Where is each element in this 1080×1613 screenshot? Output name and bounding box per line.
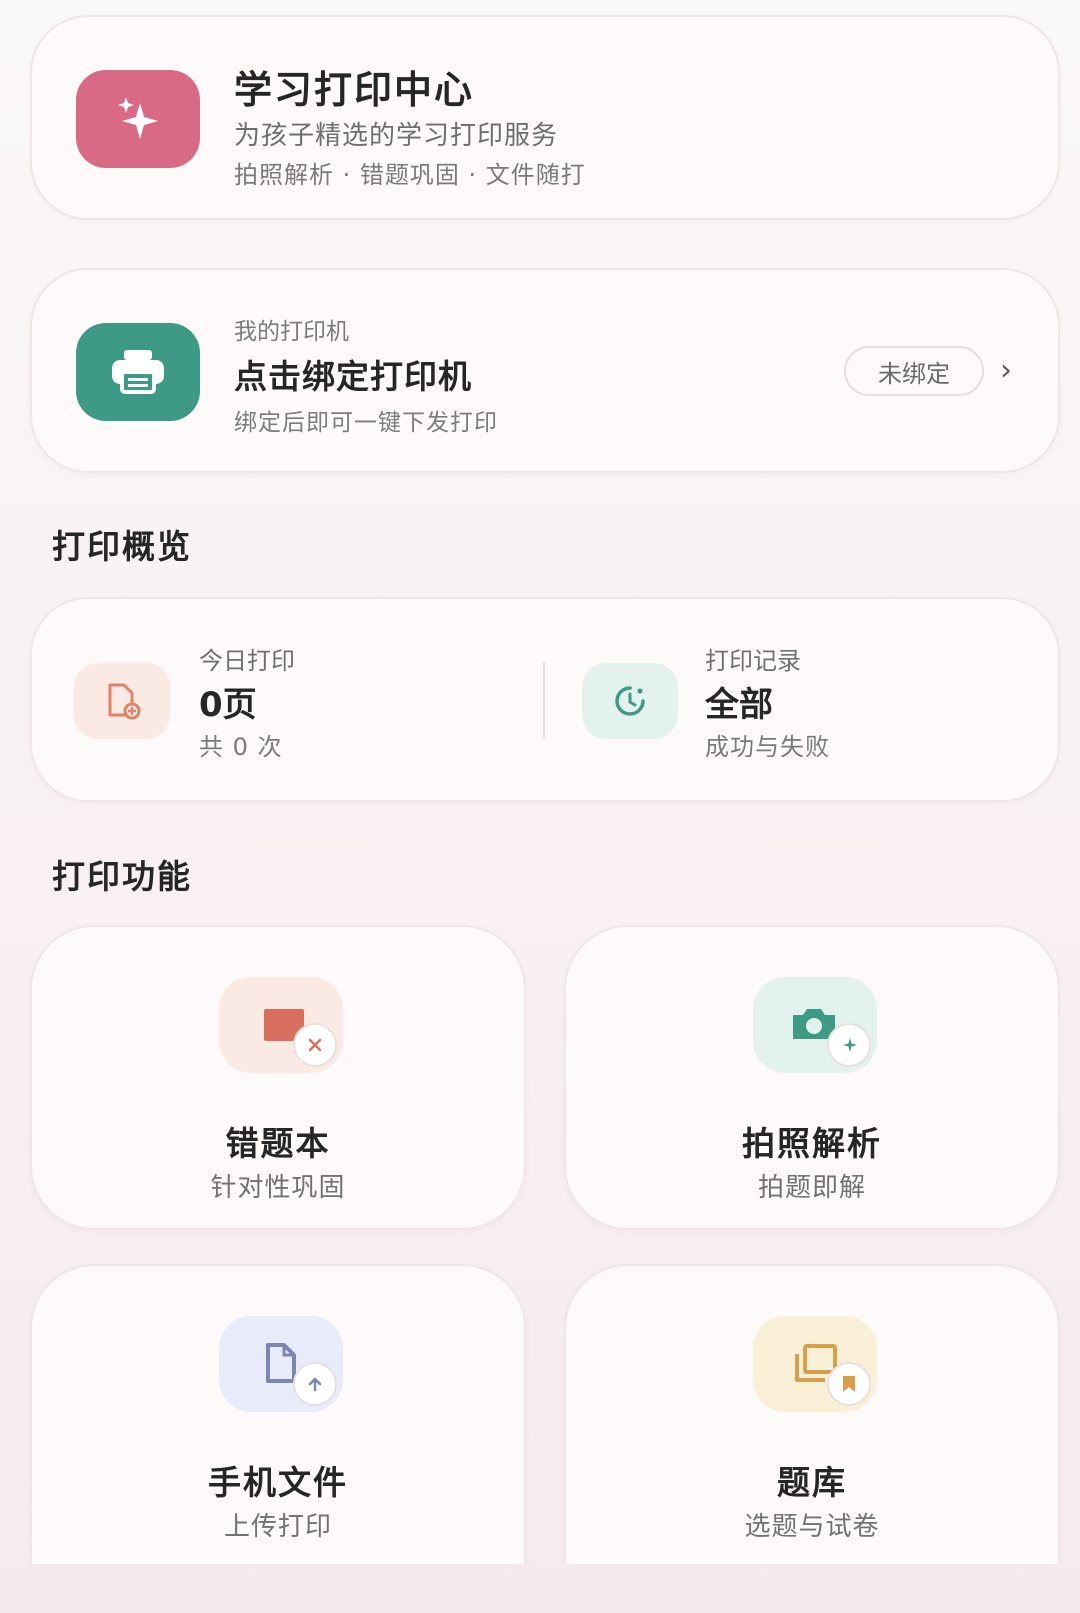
close-icon [293, 1023, 337, 1067]
divider [543, 662, 545, 739]
status-badge: 未绑定 [844, 346, 984, 396]
question-bank-tile[interactable]: 题库 选题与试卷 [564, 1264, 1060, 1564]
today-print-count: 共 0 次 [199, 733, 283, 761]
print-history-label: 打印记录 [705, 647, 801, 675]
bind-printer-title[interactable]: 点击绑定打印机 [234, 350, 472, 398]
print-history-sub: 成功与失败 [705, 733, 830, 761]
today-print-value: 0页 [199, 685, 257, 725]
printer-icon [76, 323, 200, 421]
photo-analysis-tile[interactable]: 拍照解析 拍题即解 [564, 925, 1060, 1230]
my-printer-caption: 我的打印机 [234, 319, 349, 345]
sparkle-icon [827, 1023, 871, 1067]
section-title-overview: 打印概览 [52, 527, 192, 566]
tile-subtitle: 拍题即解 [757, 1173, 866, 1203]
file-upload-icon [219, 1316, 343, 1412]
tile-title: 拍照解析 [742, 1124, 882, 1163]
today-print-label: 今日打印 [199, 647, 295, 675]
print-overview-card: 今日打印 0页 共 0 次 打印记录 全部 成功与失败 [30, 597, 1060, 802]
learning-print-center-card: 学习打印中心 为孩子精选的学习打印服务 拍照解析 · 错题巩固 · 文件随打 [30, 15, 1060, 220]
camera-sparkle-icon [753, 977, 877, 1073]
tile-subtitle: 上传打印 [223, 1512, 332, 1542]
header-feature-tags: 拍照解析 · 错题巩固 · 文件随打 [234, 161, 586, 189]
section-title-functions: 打印功能 [52, 857, 192, 896]
phone-file-tile[interactable]: 手机文件 上传打印 [30, 1264, 526, 1564]
question-bank-icon [753, 1316, 877, 1412]
history-clock-icon[interactable] [582, 663, 678, 739]
mistake-book-icon [219, 977, 343, 1073]
tile-subtitle: 针对性巩固 [210, 1173, 346, 1203]
tile-title: 错题本 [225, 1124, 331, 1163]
print-history-value[interactable]: 全部 [705, 677, 773, 726]
tile-title: 手机文件 [208, 1463, 348, 1502]
document-add-icon [74, 663, 170, 739]
chevron-right-icon[interactable]: › [1000, 353, 1012, 388]
bind-printer-card[interactable]: 我的打印机 点击绑定打印机 绑定后即可一键下发打印 未绑定 › [30, 268, 1060, 473]
page-title: 学习打印中心 [234, 68, 475, 112]
bookmark-icon [827, 1362, 871, 1406]
tile-title: 题库 [777, 1463, 847, 1502]
mistake-book-tile[interactable]: 错题本 针对性巩固 [30, 925, 526, 1230]
upload-arrow-icon [293, 1362, 337, 1406]
tile-subtitle: 选题与试卷 [744, 1512, 880, 1542]
sparkles-icon [76, 70, 200, 168]
header-subtitle: 为孩子精选的学习打印服务 [234, 121, 559, 151]
bind-printer-hint: 绑定后即可一键下发打印 [234, 410, 498, 436]
